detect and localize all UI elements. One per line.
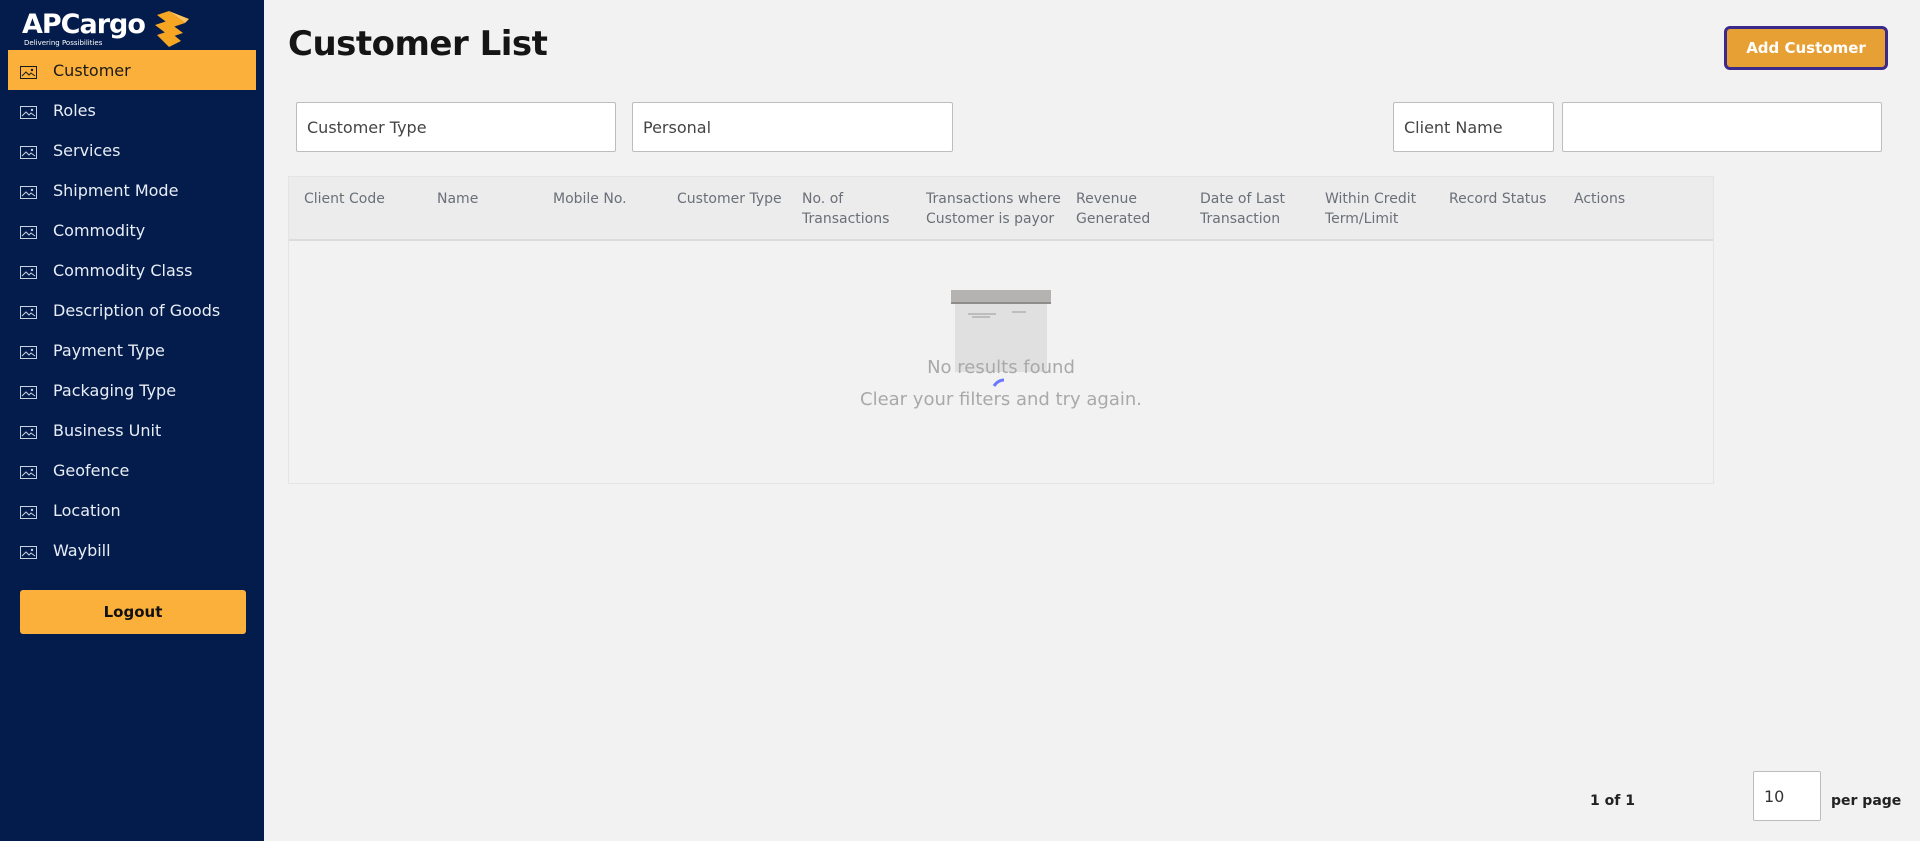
- table-header: Client Code Name Mobile No. Customer Typ…: [289, 177, 1713, 241]
- sidebar-item-label: Business Unit: [53, 420, 162, 440]
- brand-name: APCargo: [22, 9, 146, 40]
- sidebar-item-waybill[interactable]: Waybill: [8, 530, 256, 570]
- column-header-transactions[interactable]: No. of Transactions: [802, 189, 902, 229]
- image-icon: [20, 264, 37, 279]
- image-icon: [20, 144, 37, 159]
- sidebar-item-label: Location: [53, 500, 121, 520]
- sidebar-item-label: Shipment Mode: [53, 180, 179, 200]
- sidebar-item-shipment-mode[interactable]: Shipment Mode: [8, 170, 256, 210]
- sidebar-item-label: Waybill: [53, 540, 111, 560]
- image-icon: [20, 64, 37, 79]
- personal-filter[interactable]: [632, 102, 953, 152]
- column-header-payor-transactions[interactable]: Transactions where Customer is payor: [926, 189, 1071, 229]
- sidebar: APCargo Delivering Possibilities Custome…: [0, 0, 264, 841]
- image-icon: [20, 504, 37, 519]
- image-icon: [20, 424, 37, 439]
- image-icon: [20, 384, 37, 399]
- search-input[interactable]: [1562, 102, 1882, 152]
- sidebar-item-label: Customer: [53, 60, 131, 80]
- image-icon: [20, 344, 37, 359]
- sidebar-item-label: Roles: [53, 100, 96, 120]
- column-header-name[interactable]: Name: [437, 189, 537, 209]
- sidebar-item-label: Services: [53, 140, 121, 160]
- sidebar-item-commodity[interactable]: Commodity: [8, 210, 256, 250]
- empty-subtitle: Clear your filters and try again.: [860, 389, 1142, 410]
- image-icon: [20, 304, 37, 319]
- sidebar-item-label: Payment Type: [53, 340, 165, 360]
- column-header-actions: Actions: [1574, 191, 1626, 207]
- image-icon: [20, 104, 37, 119]
- column-header-credit-term[interactable]: Within Credit Term/Limit: [1325, 189, 1430, 229]
- image-icon: [20, 224, 37, 239]
- empty-state: No results found Clear your filters and …: [289, 243, 1713, 483]
- sidebar-item-label: Commodity Class: [53, 260, 193, 280]
- sidebar-item-description-of-goods[interactable]: Description of Goods: [8, 290, 256, 330]
- sidebar-item-label: Packaging Type: [53, 380, 177, 400]
- image-icon: [20, 184, 37, 199]
- image-icon: [20, 544, 37, 559]
- sidebar-item-packaging-type[interactable]: Packaging Type: [8, 370, 256, 410]
- sidebar-item-business-unit[interactable]: Business Unit: [8, 410, 256, 450]
- client-name-filter[interactable]: [1393, 102, 1554, 152]
- sidebar-nav: Customer Roles Services Shipment Mode Commod…: [8, 50, 256, 570]
- column-header-record-status[interactable]: Record Status: [1449, 189, 1559, 209]
- column-header-revenue[interactable]: Revenue Generated: [1076, 189, 1176, 229]
- per-page-input[interactable]: [1753, 771, 1821, 821]
- sidebar-item-customer[interactable]: Customer: [8, 50, 256, 90]
- sidebar-item-services[interactable]: Services: [8, 130, 256, 170]
- customer-table: Client Code Name Mobile No. Customer Typ…: [288, 176, 1714, 484]
- brand-tagline: Delivering Possibilities: [24, 39, 103, 47]
- sidebar-item-label: Description of Goods: [53, 300, 221, 320]
- column-header-client-code[interactable]: Client Code: [304, 189, 424, 209]
- column-header-customer-type[interactable]: Customer Type: [677, 189, 795, 209]
- sidebar-item-location[interactable]: Location: [8, 490, 256, 530]
- sidebar-item-label: Geofence: [53, 460, 130, 480]
- pagination-status: 1 of 1: [1590, 793, 1635, 809]
- per-page-label: per page: [1831, 793, 1902, 809]
- brand-mark-icon: [151, 11, 191, 53]
- empty-box-icon: [950, 290, 1054, 394]
- customer-type-filter[interactable]: [296, 102, 616, 152]
- column-header-mobile[interactable]: Mobile No.: [553, 189, 663, 209]
- sidebar-item-roles[interactable]: Roles: [8, 90, 256, 130]
- column-header-last-transaction[interactable]: Date of Last Transaction: [1200, 189, 1310, 229]
- page-title: Customer List: [288, 24, 548, 64]
- brand-logo[interactable]: APCargo Delivering Possibilities: [22, 10, 191, 50]
- add-customer-button[interactable]: Add Customer: [1724, 26, 1888, 70]
- sidebar-item-label: Commodity: [53, 220, 146, 240]
- sidebar-item-payment-type[interactable]: Payment Type: [8, 330, 256, 370]
- sidebar-item-commodity-class[interactable]: Commodity Class: [8, 250, 256, 290]
- sidebar-item-geofence[interactable]: Geofence: [8, 450, 256, 490]
- empty-title: No results found: [927, 357, 1075, 378]
- image-icon: [20, 464, 37, 479]
- logout-button[interactable]: Logout: [20, 590, 246, 634]
